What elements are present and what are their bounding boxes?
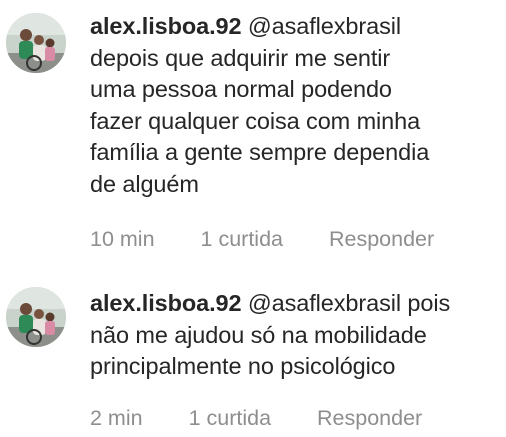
comment-likes[interactable]: 1 curtida [189,406,271,431]
comment-line: principalmente no psicológico [90,353,396,379]
comment-line: uma pessoa normal podendo [90,76,392,102]
comment-username[interactable]: alex.lisboa.92 [90,13,242,39]
comment-username[interactable]: alex.lisboa.92 [90,290,242,316]
comment-line: de alguém [90,170,199,197]
comment-time: 2 min [90,406,143,430]
comment-text: alex.lisboa.92 @asaflexbrasil depois que… [90,11,502,200]
avatar[interactable] [6,13,66,73]
comment-line: pois [407,290,451,316]
avatar[interactable] [6,287,66,347]
comment-line: não me ajudou só na mobilidade [90,321,427,348]
comment-likes[interactable]: 1 curtida [201,227,283,252]
reply-button[interactable]: Responder [317,406,422,431]
comment-line: família a gente sempre dependia [90,139,430,165]
comment-line: depois que adquirir me sentir [90,44,391,71]
comment-mention[interactable]: @asaflexbrasil [248,13,401,39]
reply-button[interactable]: Responder [329,227,434,252]
comment-meta: 10 min 1 curtida Responder [90,227,434,252]
comment-line: fazer qualquer coisa com minha [90,107,421,134]
comment-text: alex.lisboa.92 @asaflexbrasil pois não m… [90,288,502,383]
comment-time: 10 min [90,227,155,251]
comment-mention[interactable]: @asaflexbrasil [248,290,401,316]
comment-meta: 2 min 1 curtida Responder [90,406,422,431]
